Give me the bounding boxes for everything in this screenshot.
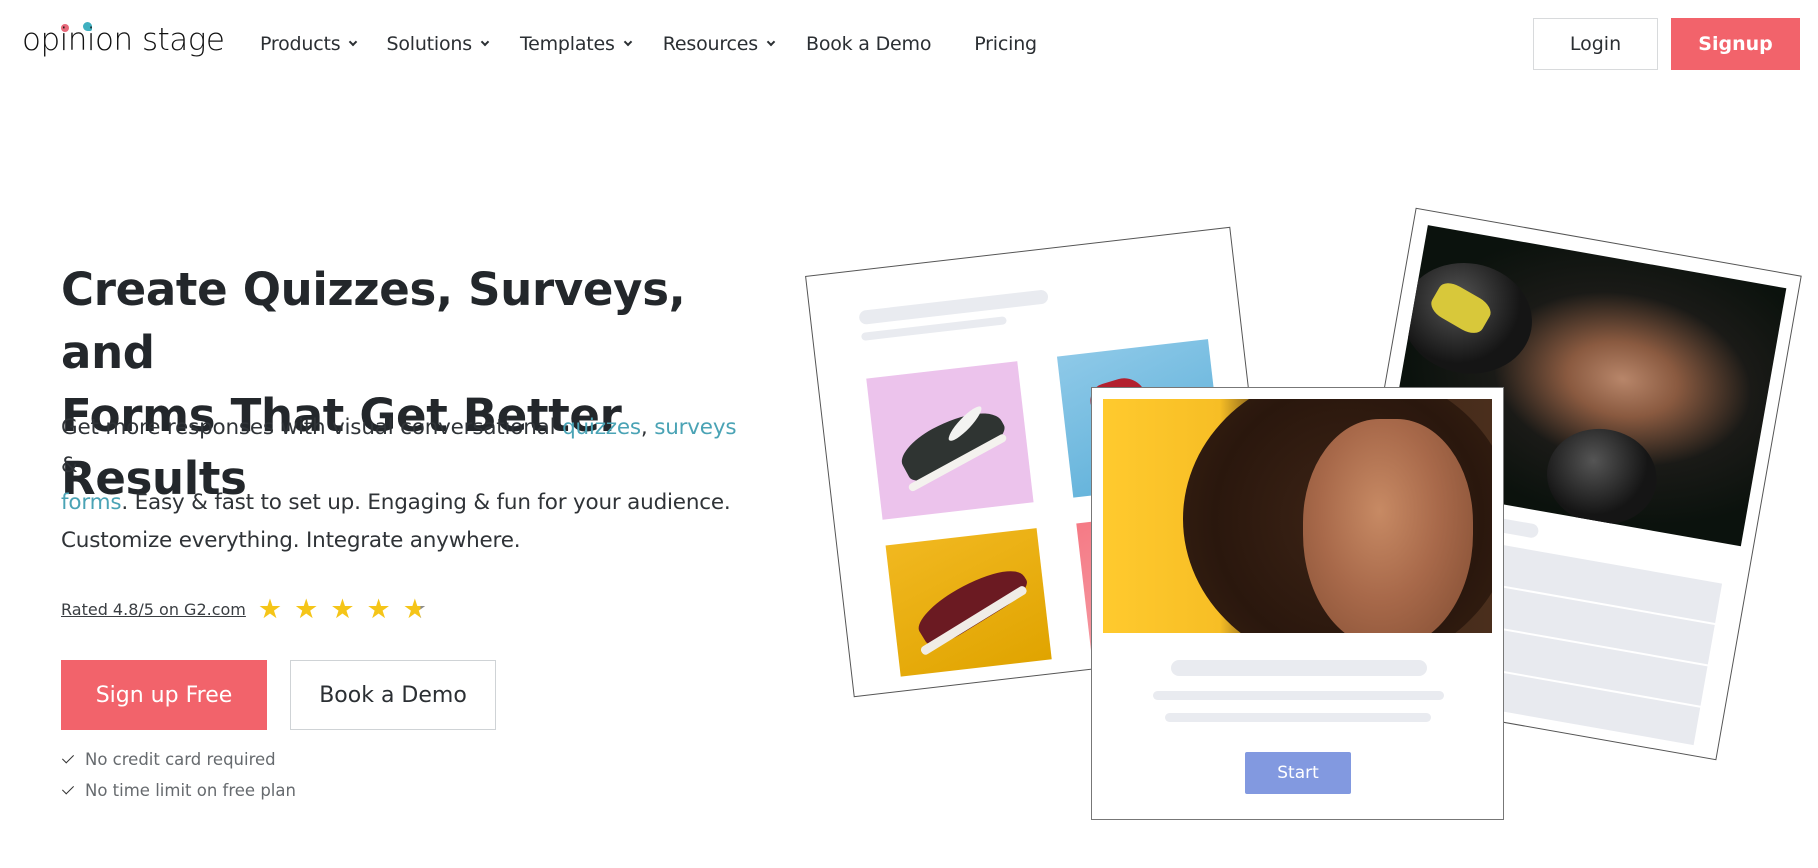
star-partial-icon: ★ — [402, 594, 427, 625]
star-icon: ★ — [330, 594, 355, 625]
nav-item-label: Pricing — [974, 33, 1037, 55]
sign-up-free-button[interactable]: Sign up Free — [61, 660, 267, 730]
signup-button[interactable]: Signup — [1671, 18, 1800, 70]
benefit-item: No time limit on free plan — [61, 775, 296, 806]
benefit-text: No credit card required — [85, 750, 276, 769]
nav-item-label: Products — [260, 33, 341, 55]
checkmark-icon — [61, 781, 75, 795]
nav-item-label: Book a Demo — [805, 33, 932, 55]
boxing-glove-shape — [1539, 420, 1665, 533]
placeholder-bar — [1171, 660, 1427, 676]
star-rating: ★ ★ ★ ★ ★ — [258, 596, 439, 623]
rating: Rated 4.8/5 on G2.com ★ ★ ★ ★ ★ — [61, 596, 439, 623]
g2-rating-link[interactable]: Rated 4.8/5 on G2.com — [61, 600, 246, 619]
nav-item-products[interactable]: Products — [260, 33, 358, 55]
desc-text: Get more responses with visual conversat… — [61, 415, 563, 440]
placeholder-bar — [858, 289, 1049, 326]
desc-text: . Easy & fast to set up. Engaging & fun … — [61, 490, 731, 553]
chevron-down-icon — [766, 37, 776, 47]
hero-description: Get more responses with visual conversat… — [61, 409, 751, 559]
benefits-list: No credit card required No time limit on… — [61, 744, 296, 806]
nav-item-book-a-demo[interactable]: Book a Demo — [806, 33, 931, 55]
nav-item-resources[interactable]: Resources — [662, 33, 776, 55]
placeholder-bar — [1165, 713, 1431, 722]
site-header: opinion stage Products Solutions Templat… — [0, 0, 1818, 88]
quizzes-link[interactable]: quizzes — [562, 415, 641, 440]
main-nav: Products Solutions Templates Resources B… — [260, 28, 1073, 60]
sneaker-image-black — [866, 361, 1034, 520]
star-icon: ★ — [257, 594, 283, 625]
sneaker-shape — [911, 556, 1033, 652]
sneaker-image-maroon — [885, 528, 1052, 677]
logo[interactable]: opinion stage — [22, 16, 225, 60]
benefit-item: No credit card required — [61, 744, 296, 775]
desc-text: , — [640, 415, 655, 440]
forms-link[interactable]: forms — [61, 490, 122, 515]
nav-item-templates[interactable]: Templates — [519, 33, 632, 55]
nav-item-label: Templates — [519, 33, 615, 55]
woman-portrait-photo — [1103, 399, 1492, 633]
placeholder-bar — [1153, 691, 1444, 700]
chevron-down-icon — [623, 37, 632, 47]
star-icon: ★ — [294, 594, 319, 625]
login-button[interactable]: Login — [1533, 18, 1658, 70]
nav-item-label: Resources — [662, 33, 758, 55]
illustration-quiz-card-start: Start — [1091, 387, 1504, 820]
start-button[interactable]: Start — [1245, 752, 1351, 794]
hero-title-line-1: Create Quizzes, Surveys, and — [61, 263, 686, 379]
surveys-link[interactable]: surveys — [654, 415, 736, 440]
face-shape — [1303, 419, 1473, 633]
nav-item-pricing[interactable]: Pricing — [974, 33, 1037, 55]
logo-text: opinion stage — [22, 22, 225, 58]
nav-item-label: Solutions — [386, 33, 472, 55]
star-icon: ★ — [366, 594, 391, 625]
checkmark-icon — [61, 750, 75, 764]
nav-item-solutions[interactable]: Solutions — [386, 33, 490, 55]
desc-text: & — [61, 452, 78, 478]
chevron-down-icon — [480, 37, 490, 47]
chevron-down-icon — [349, 37, 358, 47]
benefit-text: No time limit on free plan — [85, 781, 296, 800]
book-a-demo-button[interactable]: Book a Demo — [290, 660, 496, 730]
